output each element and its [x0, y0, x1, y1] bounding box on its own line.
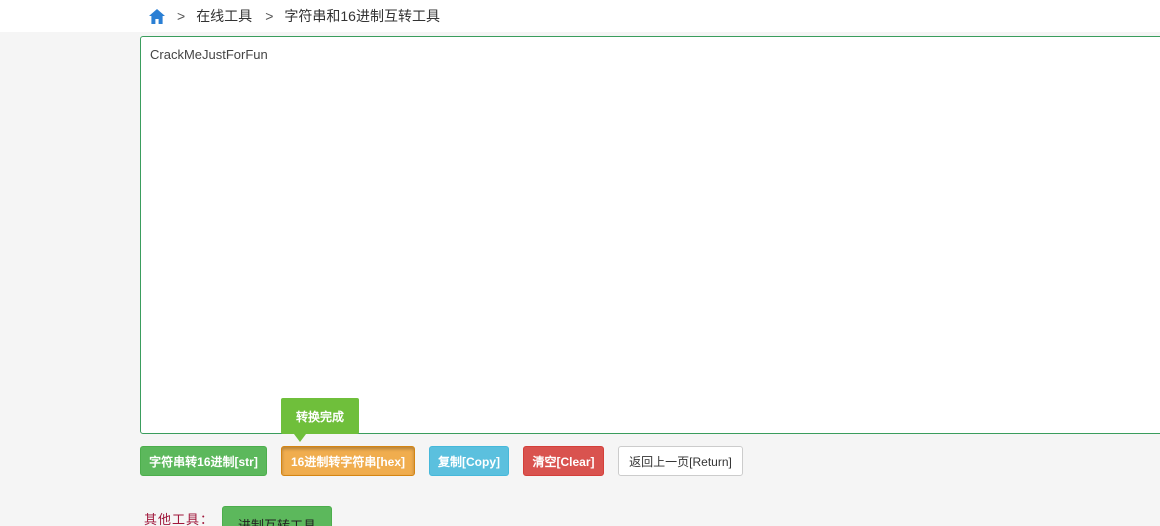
other-tools-label: 其他工具： [144, 512, 215, 526]
return-button[interactable]: 返回上一页[Return] [618, 446, 743, 476]
home-icon[interactable] [148, 7, 166, 25]
breadcrumb: > 在线工具 > 字符串和16进制互转工具 [148, 4, 440, 28]
breadcrumb-separator: > [177, 8, 186, 24]
text-input-area[interactable]: CrackMeJustForFun [140, 36, 1160, 434]
breadcrumb-current-page: 字符串和16进制互转工具 [284, 8, 440, 24]
tooltip-arrow [294, 434, 306, 442]
breadcrumb-online-tools[interactable]: 在线工具 [196, 6, 252, 26]
copy-button[interactable]: 复制[Copy] [429, 446, 509, 476]
clear-button[interactable]: 清空[Clear] [523, 446, 604, 476]
breadcrumb-separator: > [265, 8, 274, 24]
hex-to-str-button[interactable]: 16进制转字符串[hex] [281, 446, 415, 476]
base-conversion-tool-button[interactable]: 进制互转工具 [222, 506, 332, 526]
conversion-complete-tooltip: 转换完成 [281, 398, 359, 434]
page: > 在线工具 > 字符串和16进制互转工具 CrackMeJustForFun … [0, 0, 1160, 526]
str-to-hex-button[interactable]: 字符串转16进制[str] [140, 446, 267, 476]
